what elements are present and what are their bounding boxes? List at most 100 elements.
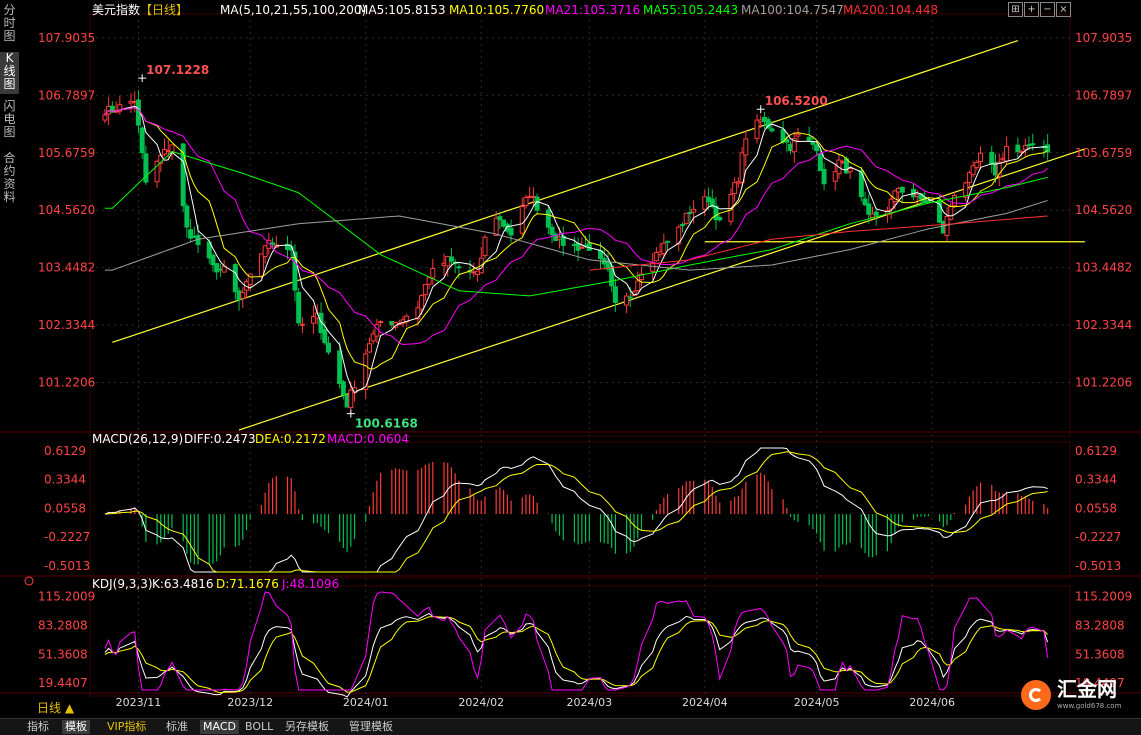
zoom-fit-button[interactable]: ⊞ bbox=[1008, 2, 1023, 17]
candle-body bbox=[627, 296, 633, 299]
candle-body bbox=[661, 242, 667, 255]
candlestick-series bbox=[102, 90, 1051, 415]
candle-body bbox=[322, 329, 328, 344]
candle-body bbox=[184, 205, 190, 228]
candle-body bbox=[873, 211, 879, 216]
tab-save-template[interactable]: 另存模板 bbox=[282, 720, 332, 734]
chart-period[interactable]: 【日线】 bbox=[140, 3, 188, 17]
candle-body bbox=[612, 286, 618, 303]
close-button[interactable]: × bbox=[1056, 2, 1071, 17]
candle-body bbox=[523, 197, 529, 207]
chart-canvas[interactable]: 107.1228106.5200100.6168 107.9035 107.903… bbox=[0, 0, 1141, 734]
ma-params: MA(5,10,21,55,100,200) bbox=[220, 3, 366, 17]
price-tick-right: 105.6759 bbox=[1075, 146, 1132, 160]
candle-body bbox=[974, 161, 980, 169]
tab-boll[interactable]: BOLL bbox=[242, 720, 276, 734]
macd-tick-left: 0.6129 bbox=[44, 444, 86, 458]
candle-body bbox=[635, 280, 641, 292]
annotation-label: 107.1228 bbox=[146, 63, 209, 77]
candle-body bbox=[765, 118, 771, 129]
kdj-tick-left: 19.4407 bbox=[38, 676, 88, 690]
panel-frame-1 bbox=[89, 441, 1071, 579]
kdj-panel bbox=[104, 591, 1049, 698]
tab-save-template-label: 另存模板 bbox=[285, 720, 329, 733]
tab-vip-indicators[interactable]: VIP指标 bbox=[104, 720, 149, 734]
price-tick-right: 103.4482 bbox=[1075, 261, 1132, 275]
candle-body bbox=[691, 208, 697, 213]
kdj-tick-right: 83.2808 bbox=[1075, 618, 1125, 632]
period-badge-label: 日线 ▲ bbox=[37, 701, 75, 715]
date-tick: 2024/06 bbox=[909, 696, 955, 709]
tab-k-line[interactable]: K线图 bbox=[0, 52, 19, 94]
price-tick-right: 106.7897 bbox=[1075, 88, 1132, 102]
kdj-j: J:48.1096 bbox=[281, 577, 339, 591]
candle-body bbox=[892, 190, 898, 203]
kdj-k: K:63.4816 bbox=[152, 577, 214, 591]
chart-title: 美元指数 bbox=[92, 2, 140, 17]
candle-body bbox=[545, 209, 551, 228]
price-tick-left: 106.7897 bbox=[38, 88, 95, 102]
macd-tick-right: 0.6129 bbox=[1075, 444, 1117, 458]
trend-lines[interactable] bbox=[112, 40, 1086, 431]
date-tick: 2024/02 bbox=[458, 696, 504, 709]
tab-boll-label: BOLL bbox=[245, 720, 274, 733]
kdj-tick-left: 51.3608 bbox=[38, 647, 88, 661]
kdj-d: D:71.1676 bbox=[216, 577, 279, 591]
logo-name: 汇金网 bbox=[1057, 677, 1117, 701]
kdj-settings-icon[interactable] bbox=[24, 576, 34, 586]
tab-macd[interactable]: MACD bbox=[200, 720, 239, 734]
candle-body bbox=[508, 227, 514, 236]
tab-indicators[interactable]: 指标 bbox=[24, 720, 52, 734]
candle-body bbox=[519, 206, 525, 234]
macd-tick-left: 0.0558 bbox=[44, 501, 86, 515]
candle-body bbox=[769, 128, 775, 132]
ma55-value: MA55:105.2443 bbox=[643, 3, 738, 17]
tab-templates[interactable]: 模板 bbox=[62, 720, 90, 734]
candle-body bbox=[419, 295, 425, 310]
tab-macd-label: MACD bbox=[203, 720, 236, 733]
candle-body bbox=[739, 152, 745, 183]
annotation-label: 106.5200 bbox=[765, 94, 828, 108]
zoom-out-button[interactable]: − bbox=[1040, 2, 1055, 17]
ma10-value: MA10:105.7760 bbox=[449, 3, 544, 17]
macd-diff: DIFF:0.2473 bbox=[184, 432, 256, 446]
macd-diff-line bbox=[104, 447, 1048, 573]
tab-manage-template[interactable]: 管理模板 bbox=[346, 720, 396, 734]
date-tick: 2023/12 bbox=[227, 696, 273, 709]
site-logo: 汇金网 www.gold678.com bbox=[1017, 676, 1141, 716]
candle-body bbox=[847, 168, 853, 173]
kdj-k-line bbox=[104, 613, 1049, 698]
logo-url: www.gold678.com bbox=[1057, 702, 1122, 710]
candle-body bbox=[340, 381, 346, 396]
candle-body bbox=[497, 216, 503, 221]
candle-body bbox=[795, 133, 801, 137]
macd-panel bbox=[104, 447, 1049, 573]
candle-body bbox=[456, 266, 462, 269]
tab-contract-info-label: 合约资料 bbox=[3, 151, 16, 204]
price-tick-left: 105.6759 bbox=[38, 146, 95, 160]
axes: 107.9035 107.9035 106.7897 106.7897 105.6759… bbox=[38, 31, 1132, 709]
panel-frame-2 bbox=[89, 585, 1071, 697]
period-badge[interactable]: 日线 ▲ bbox=[33, 700, 79, 716]
macd-tick-right: 0.0558 bbox=[1075, 501, 1117, 515]
candle-body bbox=[687, 211, 693, 214]
price-tick-right: 101.2206 bbox=[1075, 376, 1132, 390]
tab-flash-chart[interactable]: 闪电图 bbox=[0, 100, 19, 142]
price-tick-left: 103.4482 bbox=[38, 261, 95, 275]
date-tick: 2024/05 bbox=[794, 696, 840, 709]
candle-body bbox=[549, 226, 555, 236]
candle-body bbox=[482, 236, 488, 257]
tab-flash-chart-label: 闪电图 bbox=[3, 99, 16, 139]
candle-body bbox=[430, 267, 436, 279]
tab-standard[interactable]: 标准 bbox=[163, 720, 191, 734]
candle-body bbox=[806, 136, 812, 141]
candle-body bbox=[586, 242, 592, 251]
candle-body bbox=[422, 284, 428, 296]
zoom-in-button[interactable]: + bbox=[1024, 2, 1039, 17]
tab-time-chart[interactable]: 分时图 bbox=[0, 4, 19, 46]
macd-tick-left: -0.5013 bbox=[44, 559, 90, 573]
candle-body bbox=[1004, 145, 1010, 162]
tab-k-line-label: K线图 bbox=[3, 51, 16, 91]
date-tick: 2024/03 bbox=[566, 696, 612, 709]
tab-contract-info[interactable]: 合约资料 bbox=[0, 152, 19, 210]
